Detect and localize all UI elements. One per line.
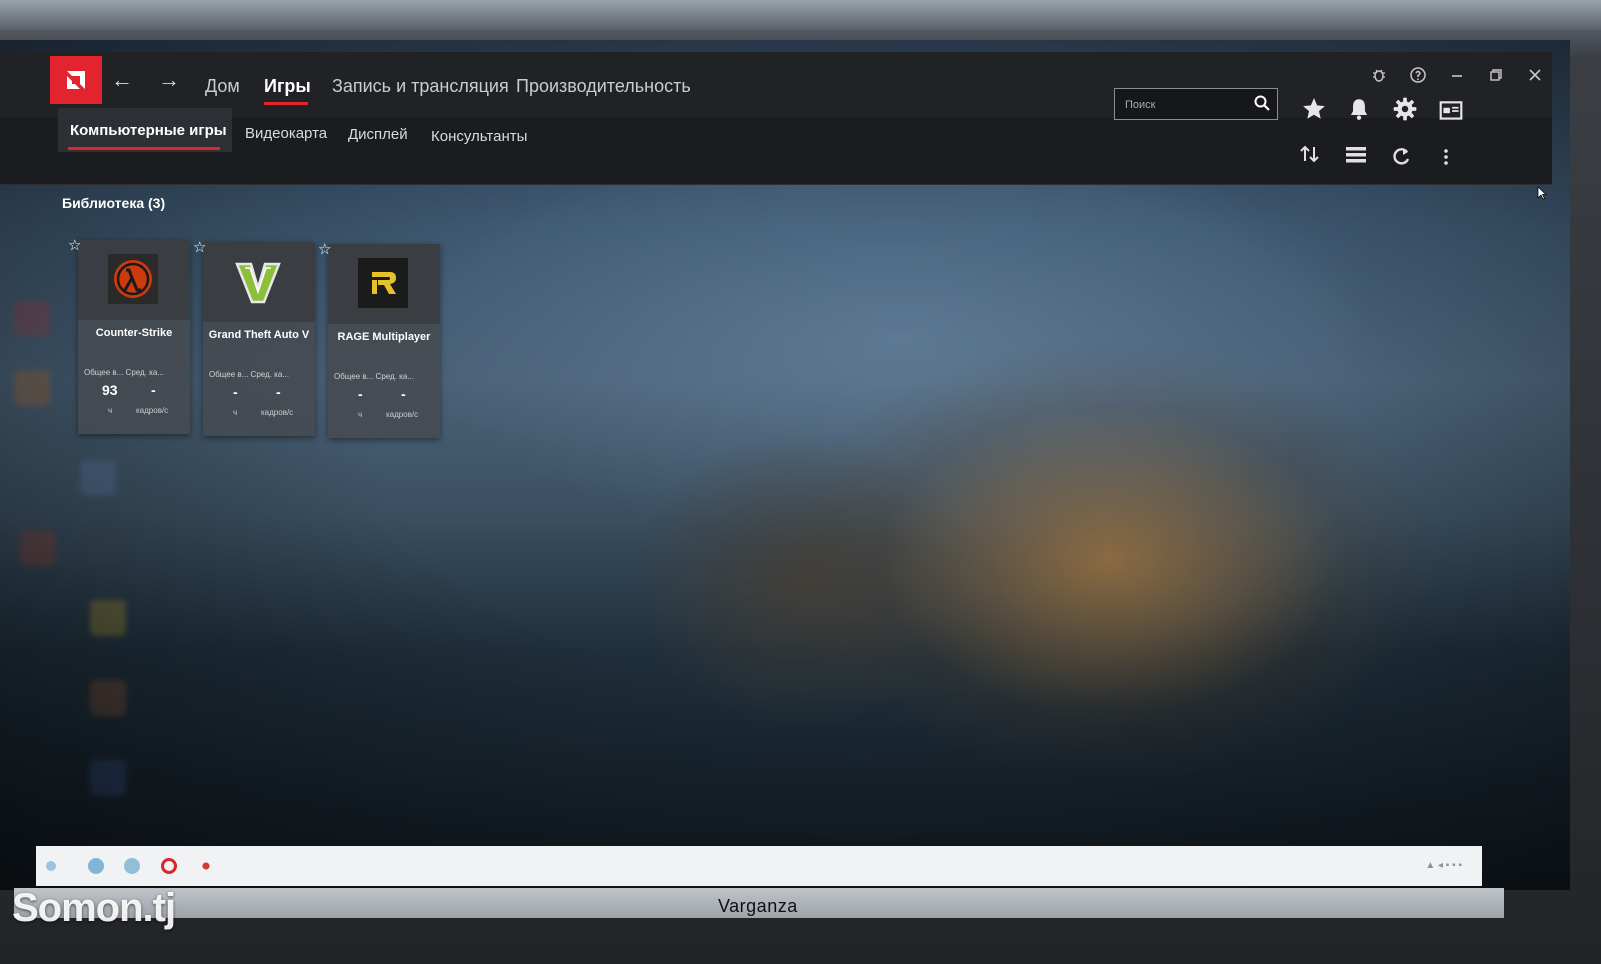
tab-display[interactable]: Дисплей	[348, 126, 408, 143]
desktop-icon[interactable]	[90, 600, 126, 636]
monitor-icon[interactable]	[1438, 98, 1464, 124]
playtime-value: -	[358, 386, 363, 402]
nav-home[interactable]: Дом	[205, 76, 240, 97]
star-icon[interactable]	[1301, 96, 1327, 122]
amd-logo-icon	[67, 71, 85, 89]
desktop-icon[interactable]	[85, 530, 121, 566]
background-wall	[0, 0, 1601, 30]
desktop-icon[interactable]	[80, 460, 116, 496]
fps-unit: кадров/с	[386, 410, 419, 419]
search-box[interactable]	[1114, 88, 1278, 120]
gta-v-icon	[235, 262, 281, 304]
taskbar-app-icon[interactable]	[88, 858, 104, 874]
desktop-icon[interactable]	[90, 760, 126, 796]
avg-fps-value: -	[401, 386, 406, 402]
bell-icon[interactable]	[1346, 96, 1372, 122]
taskbar-app-icon[interactable]	[124, 858, 140, 874]
game-card[interactable]: ☆ Counter-Strike Общее в... Сред. ка... …	[68, 237, 190, 434]
minimize-icon[interactable]	[1446, 66, 1468, 84]
gear-icon[interactable]	[1392, 96, 1418, 122]
favorite-star-icon[interactable]: ☆	[193, 238, 206, 256]
sort-icon[interactable]	[1298, 143, 1322, 165]
tab-pc-games[interactable]: Компьютерные игры	[70, 122, 227, 139]
playtime-unit: ч	[108, 406, 113, 415]
avg-fps-value: -	[151, 382, 156, 398]
rage-r-icon	[358, 258, 408, 308]
library-title: Библиотека (3)	[62, 195, 166, 211]
desktop-icon[interactable]	[14, 370, 50, 406]
stat-labels: Общее в... Сред. ка...	[334, 372, 414, 381]
close-icon[interactable]	[1524, 66, 1546, 84]
monitor-brand-label: Varganza	[718, 896, 798, 916]
game-card[interactable]: ☆ RAGE Multiplayer Общее в... Сред. ка..…	[318, 241, 440, 438]
windows-taskbar: ▲ ◂ ▪ ▪ ▪	[36, 846, 1482, 886]
game-name: Counter-Strike	[95, 327, 173, 339]
stat-labels: Общее в... Сред. ка...	[209, 370, 289, 379]
tab-graphics-card[interactable]: Видеокарта	[245, 125, 327, 142]
half-life-lambda-icon	[108, 254, 158, 304]
search-icon[interactable]	[1253, 94, 1271, 112]
system-tray[interactable]: ▲ ◂ ▪ ▪ ▪	[1425, 860, 1462, 871]
search-input[interactable]	[1123, 95, 1247, 115]
stat-labels: Общее в... Сред. ка...	[84, 368, 164, 377]
bug-report-icon[interactable]	[1368, 66, 1390, 84]
forward-button[interactable]: →	[155, 66, 183, 94]
desktop-icon[interactable]	[90, 680, 126, 716]
avg-fps-value: -	[276, 384, 281, 400]
nav-games[interactable]: Игры	[264, 76, 311, 97]
amd-radeon-window: ← → Дом Игры Запись и трансляция Произво…	[0, 52, 1552, 185]
fps-unit: кадров/с	[261, 408, 294, 417]
more-icon[interactable]	[1436, 146, 1456, 168]
taskbar-app-icon[interactable]	[198, 858, 214, 874]
playtime-value: -	[233, 384, 238, 400]
watermark-text: Somon.tj	[12, 886, 176, 930]
desktop-icon[interactable]	[14, 300, 50, 336]
playtime-value: 93	[102, 382, 118, 398]
desktop-icon[interactable]	[20, 530, 56, 566]
fps-unit: кадров/с	[136, 406, 169, 415]
favorite-star-icon[interactable]: ☆	[68, 236, 81, 254]
mouse-cursor-icon	[1537, 186, 1547, 200]
nav-record-stream[interactable]: Запись и трансляция	[332, 76, 509, 97]
game-name: RAGE Multiplayer	[337, 331, 431, 343]
nav-performance[interactable]: Производительность	[516, 76, 691, 97]
active-nav-underline	[264, 102, 308, 105]
game-name: Grand Theft Auto V	[208, 329, 310, 341]
restore-icon[interactable]	[1485, 66, 1507, 84]
list-view-icon[interactable]	[1344, 144, 1368, 166]
help-icon[interactable]	[1407, 66, 1429, 84]
playtime-unit: ч	[233, 408, 238, 417]
start-icon[interactable]	[46, 861, 56, 871]
back-button[interactable]: ←	[108, 66, 136, 94]
favorite-star-icon[interactable]: ☆	[318, 240, 331, 258]
opera-icon[interactable]	[161, 858, 177, 874]
amd-logo-button[interactable]	[50, 56, 102, 104]
game-card[interactable]: ☆ Grand Theft Auto V Общее в... Сред. ка…	[193, 239, 315, 436]
refresh-icon[interactable]	[1390, 145, 1414, 167]
playtime-unit: ч	[358, 410, 363, 419]
tab-advisors[interactable]: Консультанты	[431, 128, 527, 145]
active-tab-underline	[68, 147, 220, 150]
